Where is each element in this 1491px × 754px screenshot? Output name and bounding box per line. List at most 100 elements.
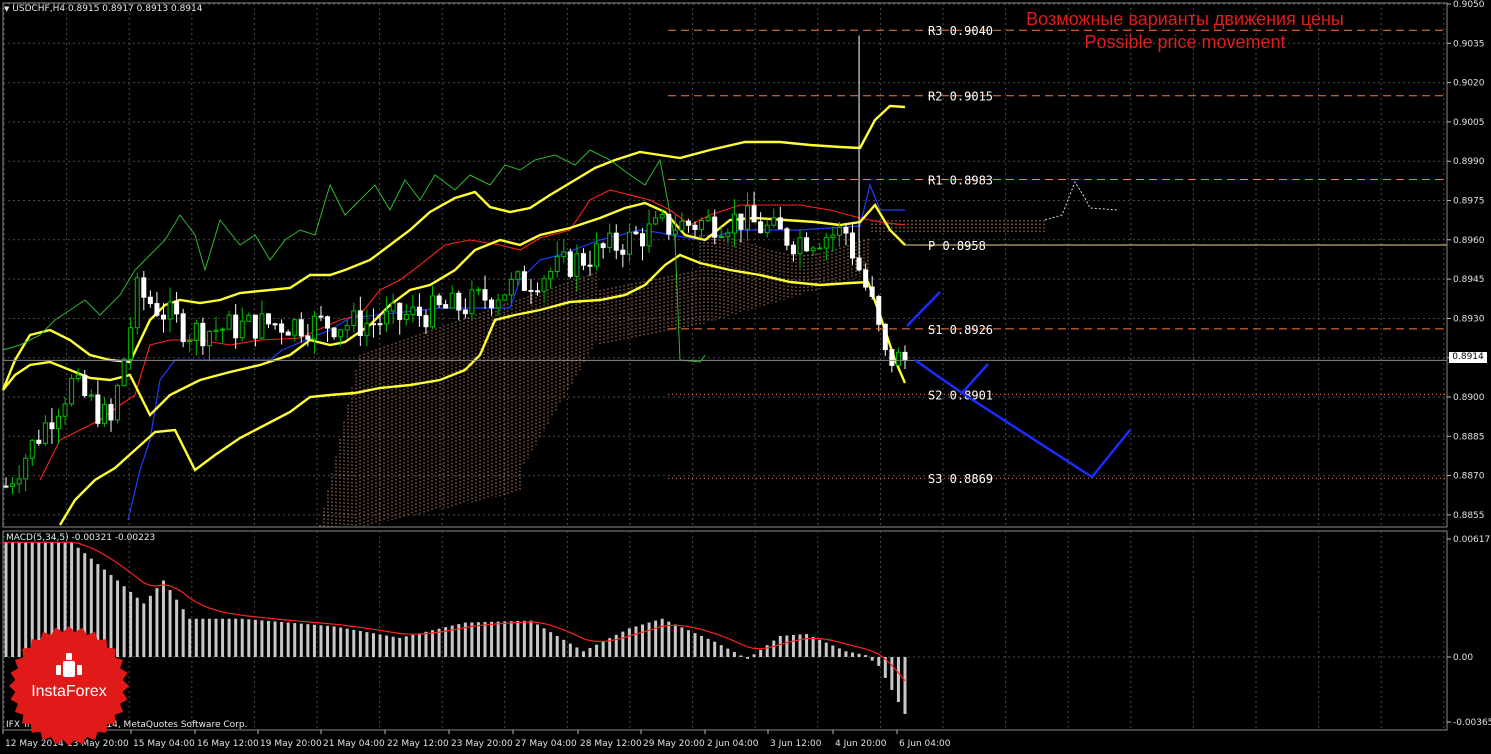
candle-body	[771, 217, 777, 226]
macd-histogram-bar	[778, 635, 782, 657]
candle-body	[397, 302, 403, 320]
candle-body	[640, 233, 646, 247]
candle-body	[758, 221, 764, 234]
macd-histogram-bar	[857, 653, 861, 657]
macd-histogram-bar	[299, 623, 303, 657]
macd-histogram-bar	[581, 651, 585, 657]
candle-body	[49, 422, 55, 430]
candle-body	[777, 217, 783, 230]
candle-body	[882, 323, 888, 351]
candle-body	[790, 244, 796, 255]
candle-body	[823, 237, 829, 249]
forecast-down-path	[961, 391, 1131, 479]
candle-body	[252, 314, 258, 339]
candle-body	[863, 269, 869, 288]
macd-histogram-bar	[148, 595, 152, 657]
current-price-tag: 0.8914	[1449, 352, 1487, 363]
macd-histogram-bar	[785, 635, 789, 657]
candle-body	[390, 302, 396, 312]
candle-body	[167, 301, 173, 320]
candle-body	[469, 289, 475, 315]
macd-histogram-bar	[306, 624, 310, 657]
candle-body	[384, 310, 390, 325]
macd-histogram-bar	[168, 590, 172, 657]
candle-body	[699, 220, 705, 230]
macd-histogram-bar	[273, 621, 277, 657]
candle-body	[594, 243, 600, 267]
candle-body	[226, 314, 232, 330]
macd-histogram-bar	[431, 630, 435, 657]
candle-body	[206, 330, 212, 347]
candle-body	[239, 320, 245, 339]
macd-histogram-bar	[214, 618, 218, 657]
y-tick-label: 0.8975	[1453, 197, 1485, 207]
candle-body	[797, 237, 803, 255]
macd-histogram-bar	[739, 655, 743, 657]
candle-body	[574, 253, 580, 277]
x-tick-label: 15 May 04:00	[133, 739, 195, 749]
macd-histogram-bar	[713, 641, 717, 657]
candle-body	[666, 213, 672, 235]
macd-histogram-bar	[227, 618, 231, 657]
macd-histogram-bar	[175, 599, 179, 657]
y-tick-label: 0.9050	[1453, 0, 1485, 10]
macd-histogram-bar	[417, 633, 421, 657]
candle-body	[246, 314, 252, 322]
candle-body	[128, 327, 134, 360]
macd-histogram-bar	[647, 622, 651, 657]
candle-body	[836, 227, 842, 236]
candle-body	[370, 323, 376, 326]
candle-body	[265, 313, 271, 325]
x-tick-label: 4 Jun 20:00	[835, 739, 887, 749]
candle-body	[95, 394, 101, 424]
candle-body	[16, 478, 22, 485]
annotation-ru: Возможные варианты движения цены	[1026, 9, 1344, 29]
macd-histogram-bar	[844, 651, 848, 657]
macd-histogram-bar	[345, 628, 349, 657]
macd-histogram-bar	[135, 597, 139, 657]
candle-body	[889, 349, 895, 366]
candle-body	[449, 292, 455, 309]
macd-histogram-bar	[851, 652, 855, 657]
candle-body	[134, 277, 140, 329]
macd-histogram-bar	[247, 619, 251, 657]
forecast-up-path	[906, 291, 941, 327]
bollinger-lower	[58, 253, 907, 526]
candle-body	[482, 289, 488, 301]
macd-histogram-bar	[194, 618, 198, 657]
candle-body	[88, 394, 94, 397]
candle-body	[141, 277, 147, 298]
macd-histogram-bar	[726, 648, 730, 657]
candle-body	[587, 264, 593, 267]
candle-body	[423, 315, 429, 328]
candle-body	[705, 216, 711, 222]
macd-histogram-bar	[805, 634, 809, 657]
future-cloud-edge	[1044, 180, 1119, 221]
x-tick-label: 19 May 20:00	[260, 739, 322, 749]
candle-body	[731, 213, 737, 234]
macd-histogram-bar	[339, 627, 343, 657]
candle-body	[115, 385, 121, 421]
macd-histogram-bar	[870, 657, 874, 661]
candle-body	[712, 216, 718, 238]
macd-histogram-bar	[155, 588, 159, 657]
macd-histogram-bar	[641, 624, 645, 657]
candle-body	[489, 299, 495, 309]
candle-body	[410, 306, 416, 316]
candle-body	[541, 278, 547, 292]
macd-histogram-bar	[391, 636, 395, 657]
candle-body	[174, 301, 180, 315]
candle-body	[69, 377, 75, 405]
candle-body	[403, 314, 409, 320]
macd-histogram-bar	[732, 652, 736, 657]
macd-histogram-bar	[437, 628, 441, 657]
x-tick-label: 21 May 04:00	[323, 739, 385, 749]
macd-histogram-bar	[706, 638, 710, 657]
candle-body	[804, 237, 810, 252]
candle-body	[528, 289, 534, 292]
candle-body	[725, 232, 731, 237]
candle-body	[692, 224, 698, 230]
candle-body	[259, 313, 265, 339]
candle-body	[23, 457, 29, 480]
macd-histogram-bar	[680, 627, 684, 657]
